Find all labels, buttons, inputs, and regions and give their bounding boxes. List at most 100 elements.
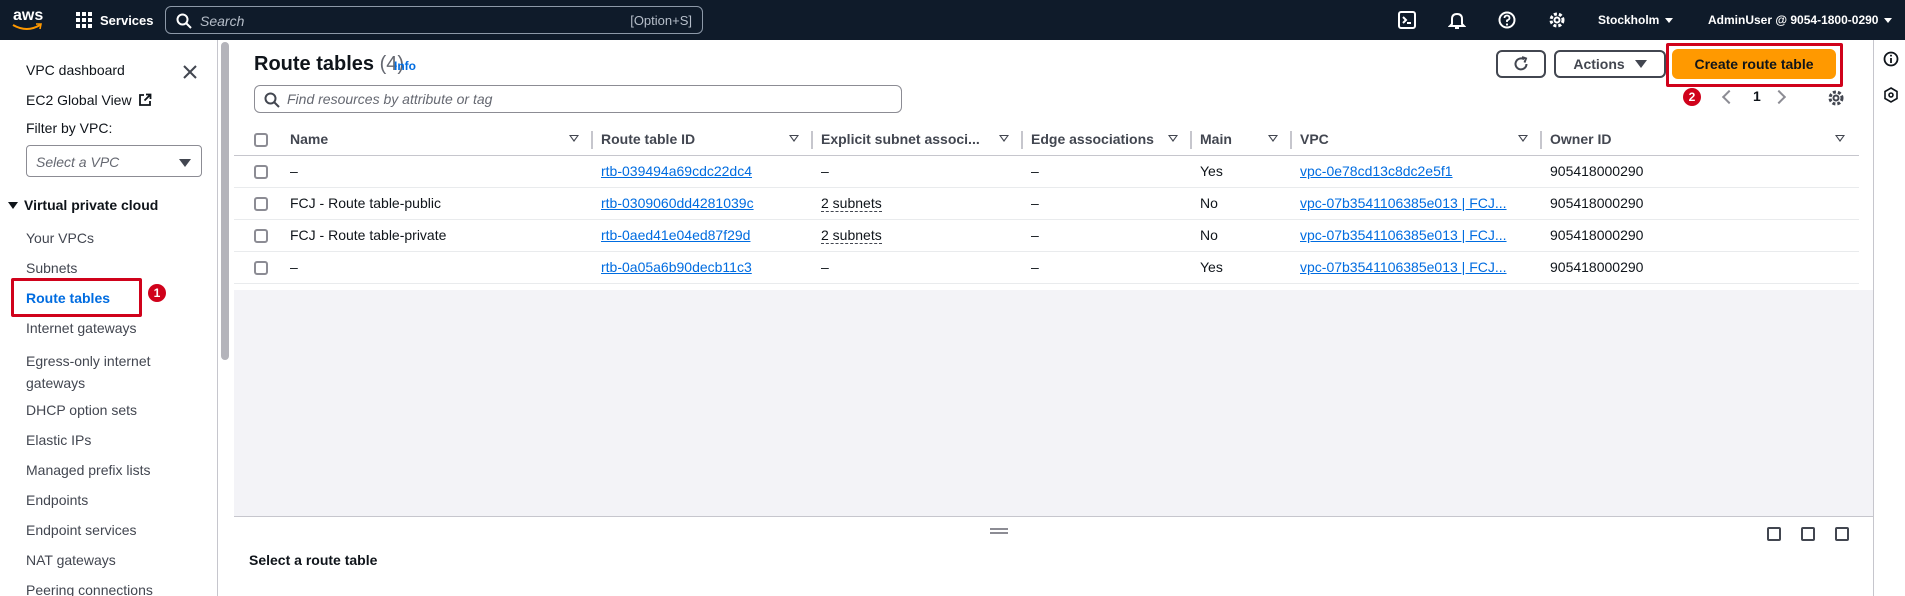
sidebar-item-elastic-ips[interactable]: Elastic IPs	[26, 432, 91, 448]
help-panel-icon[interactable]	[1883, 87, 1899, 103]
filter-by-vpc-select[interactable]: Select a VPC	[26, 145, 202, 177]
column-header-vpc[interactable]: VPC	[1292, 123, 1542, 156]
table-preferences-gear-icon[interactable]	[1827, 89, 1845, 107]
row-checkbox[interactable]	[254, 165, 268, 180]
info-panel-icon[interactable]	[1883, 51, 1899, 67]
search-shortcut: [Option+S]	[630, 13, 692, 28]
section-virtual-private-cloud[interactable]: Virtual private cloud	[8, 197, 158, 213]
route-tables-table: Name Route table ID Explicit subnet asso…	[234, 123, 1859, 284]
subnets-popover-trigger[interactable]: 2 subnets	[821, 195, 882, 212]
sidebar-item-peering-connections[interactable]: Peering connections	[26, 582, 153, 596]
cell-owner-id: 905418000290	[1542, 187, 1859, 220]
settings-gear-icon[interactable]	[1548, 11, 1566, 29]
cell-name: FCJ - Route table-public	[290, 187, 593, 220]
region-label: Stockholm	[1598, 13, 1660, 27]
account-menu[interactable]: AdminUser @ 9054-1800-0290	[1708, 0, 1893, 40]
resource-filter-input[interactable]: Find resources by attribute or tag	[254, 85, 902, 113]
sort-icon	[999, 135, 1009, 142]
column-header-edge-associations[interactable]: Edge associations	[1023, 123, 1192, 156]
help-icon[interactable]	[1498, 11, 1516, 29]
actions-button[interactable]: Actions	[1554, 50, 1666, 78]
column-header-explicit-subnet-associations[interactable]: Explicit subnet associ...	[813, 123, 1023, 156]
chevron-down-icon	[1884, 17, 1893, 23]
cell-main: Yes	[1192, 155, 1292, 188]
row-checkbox[interactable]	[254, 197, 268, 212]
vpc-link[interactable]: vpc-07b3541106385e013 | FCJ...	[1300, 259, 1507, 275]
column-label: VPC	[1300, 130, 1329, 147]
ec2-global-view-label: EC2 Global View	[26, 92, 132, 108]
column-header-name[interactable]: Name	[290, 123, 593, 156]
services-menu-button[interactable]: Services	[76, 0, 154, 40]
resize-handle-icon[interactable]	[990, 528, 1008, 534]
chevron-down-icon	[1665, 17, 1674, 23]
current-page-number[interactable]: 1	[1753, 88, 1761, 104]
sidebar-item-nat-gateways[interactable]: NAT gateways	[26, 552, 116, 568]
cell-edge: –	[1023, 187, 1192, 220]
row-checkbox[interactable]	[254, 229, 268, 244]
cell-owner-id: 905418000290	[1542, 251, 1859, 284]
sidebar-item-vpc-dashboard[interactable]: VPC dashboard	[26, 62, 125, 78]
split-panel: Select a route table	[234, 516, 1873, 596]
sidebar-item-endpoint-services[interactable]: Endpoint services	[26, 522, 137, 538]
sidebar-item-ec2-global-view[interactable]: EC2 Global View	[26, 92, 152, 108]
sidebar-item-dhcp-option-sets[interactable]: DHCP option sets	[26, 402, 137, 418]
side-navigation: VPC dashboard EC2 Global View Filter by …	[0, 40, 218, 596]
sidebar-item-subnets[interactable]: Subnets	[26, 260, 77, 276]
table-row[interactable]: – rtb-0a05a6b90decb11c3 – – Yes vpc-07b3…	[234, 251, 1859, 284]
info-link[interactable]: Info	[394, 59, 416, 73]
cell-name: –	[290, 155, 593, 188]
sort-icon	[1268, 135, 1278, 142]
step-badge-1: 1	[148, 284, 166, 302]
column-header-main[interactable]: Main	[1192, 123, 1292, 156]
route-table-id-link[interactable]: rtb-0aed41e04ed87f29d	[601, 227, 750, 243]
previous-page-icon[interactable]	[1721, 89, 1737, 105]
refresh-button[interactable]	[1496, 50, 1546, 78]
cell-main: No	[1192, 187, 1292, 220]
sidebar-item-endpoints[interactable]: Endpoints	[26, 492, 88, 508]
highlight-box-create-button	[1666, 43, 1843, 87]
cell-name: –	[290, 251, 593, 284]
region-selector[interactable]: Stockholm	[1598, 0, 1674, 40]
sidebar-item-managed-prefix-lists[interactable]: Managed prefix lists	[26, 462, 151, 478]
close-icon[interactable]	[182, 64, 198, 80]
column-header-route-table-id[interactable]: Route table ID	[593, 123, 813, 156]
route-table-id-link[interactable]: rtb-0a05a6b90decb11c3	[601, 259, 752, 275]
split-panel-side-icon[interactable]	[1801, 527, 1815, 541]
table-row[interactable]: FCJ - Route table-private rtb-0aed41e04e…	[234, 219, 1859, 252]
sort-icon	[1835, 135, 1845, 142]
sidebar-scrollbar[interactable]	[221, 42, 229, 360]
expand-caret-icon	[8, 201, 18, 209]
split-panel-bottom-icon[interactable]	[1767, 527, 1781, 541]
vpc-link[interactable]: vpc-07b3541106385e013 | FCJ...	[1300, 195, 1507, 211]
aws-logo[interactable]: aws	[12, 6, 46, 34]
column-label: Edge associations	[1031, 130, 1154, 147]
cloudshell-icon[interactable]	[1398, 11, 1416, 29]
next-page-icon[interactable]	[1771, 89, 1787, 105]
services-grid-icon	[76, 12, 92, 28]
aws-smile-icon	[12, 23, 42, 30]
sidebar-item-egress-only-internet-gateways[interactable]: Egress-only internet gateways	[26, 350, 151, 394]
table-header-row: Name Route table ID Explicit subnet asso…	[234, 123, 1859, 156]
vpc-link[interactable]: vpc-07b3541106385e013 | FCJ...	[1300, 227, 1507, 243]
column-label: Explicit subnet associ...	[821, 130, 980, 147]
global-search-input[interactable]: Search [Option+S]	[165, 6, 703, 34]
column-label: Owner ID	[1550, 130, 1612, 147]
egress-label-line2: gateways	[26, 375, 86, 391]
split-panel-close-icon[interactable]	[1835, 527, 1849, 541]
page-title-text: Route tables	[254, 53, 375, 75]
search-placeholder: Search	[200, 13, 245, 29]
subnets-popover-trigger[interactable]: 2 subnets	[821, 227, 882, 244]
actions-label: Actions	[1573, 56, 1625, 72]
notifications-icon[interactable]	[1448, 11, 1466, 29]
vpc-link[interactable]: vpc-0e78cd13c8dc2e5f1	[1300, 163, 1453, 179]
table-row[interactable]: FCJ - Route table-public rtb-0309060dd42…	[234, 187, 1859, 220]
row-checkbox[interactable]	[254, 261, 268, 276]
caret-down-icon	[1634, 60, 1647, 68]
sidebar-item-your-vpcs[interactable]: Your VPCs	[26, 230, 94, 246]
table-row[interactable]: – rtb-039494a69cdc22dc4 – – Yes vpc-0e78…	[234, 155, 1859, 188]
sidebar-item-internet-gateways[interactable]: Internet gateways	[26, 320, 137, 336]
select-all-checkbox[interactable]	[254, 132, 268, 147]
route-table-id-link[interactable]: rtb-0309060dd4281039c	[601, 195, 754, 211]
column-header-owner-id[interactable]: Owner ID	[1542, 123, 1859, 156]
route-table-id-link[interactable]: rtb-039494a69cdc22dc4	[601, 163, 752, 179]
